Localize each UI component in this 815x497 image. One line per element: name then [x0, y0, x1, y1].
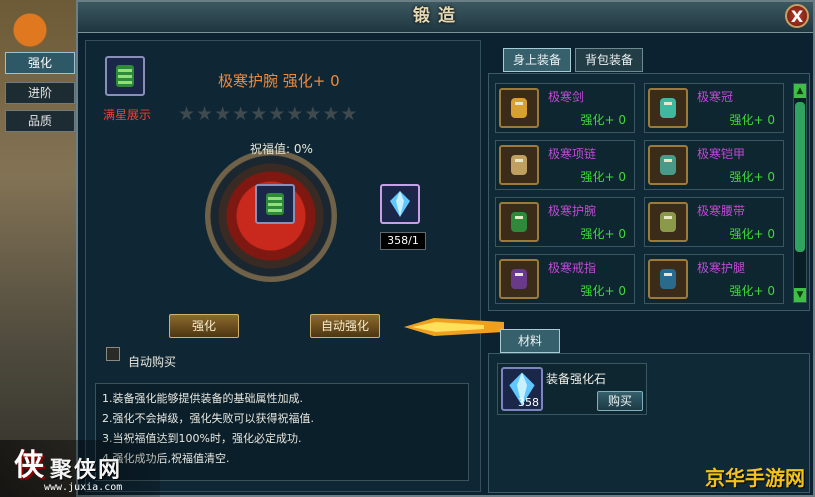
equipment-level: 强化+ 0	[580, 284, 626, 298]
crown-icon	[648, 88, 688, 128]
equipment-slot[interactable]: 极寒铠甲强化+ 0	[644, 140, 784, 190]
equipment-name: 极寒剑	[548, 90, 585, 104]
side-tab-advance[interactable]: 进阶	[5, 82, 75, 104]
side-tab-strengthen[interactable]: 强化	[5, 52, 75, 74]
star-icon: ★	[214, 103, 232, 125]
auto-strengthen-button[interactable]: 自动强化	[310, 314, 380, 338]
bracer-icon	[499, 202, 539, 242]
ring-icon	[499, 259, 539, 299]
rule-line: 2.强化不会掉级，强化失败可以获得祝福值.	[102, 412, 314, 425]
scroll-thumb[interactable]	[795, 102, 805, 252]
material-slot[interactable]	[380, 184, 420, 224]
armor-icon	[648, 145, 688, 185]
equipment-slot[interactable]: 极寒腰带强化+ 0	[644, 197, 784, 247]
star-icon: ★	[232, 103, 250, 125]
equipment-level: 强化+ 0	[729, 284, 775, 298]
star-icon: ★	[322, 103, 340, 125]
crystal-icon	[390, 191, 410, 217]
equipment-name: 极寒腰带	[697, 204, 746, 218]
watermark-url: www.juxia.com	[44, 482, 123, 493]
scroll-down-button[interactable]: ▼	[794, 288, 806, 302]
equipment-level: 强化+ 0	[729, 113, 775, 127]
equipment-level: 强化+ 0	[580, 227, 626, 241]
material-name: 装备强化石	[546, 372, 607, 386]
star-icon: ★	[196, 103, 214, 125]
tab-materials[interactable]: 材料	[500, 329, 560, 353]
strengthen-button[interactable]: 强化	[169, 314, 239, 338]
watermark-logo-text: 聚侠网	[50, 458, 123, 483]
star-icon: ★	[268, 103, 286, 125]
material-count: 358/1	[380, 232, 426, 250]
blessing-value: 祝福值: 0%	[250, 142, 313, 156]
equipment-level: 强化+ 0	[580, 113, 626, 127]
belt-icon	[648, 202, 688, 242]
equipment-name: 极寒铠甲	[697, 147, 746, 161]
bracer-icon	[116, 65, 134, 87]
equipment-level: 强化+ 0	[729, 170, 775, 184]
watermark-right-logo: 京华手游网	[705, 466, 805, 490]
equipment-slot[interactable]: 极寒项链强化+ 0	[495, 140, 635, 190]
equipment-name: 极寒项链	[548, 147, 597, 161]
title-bar[interactable]: 锻造 X	[78, 2, 813, 33]
star-icon: ★	[286, 103, 304, 125]
full-star-preview-label: 满星展示	[103, 108, 152, 122]
auto-buy-checkbox[interactable]	[106, 347, 120, 361]
tab-backpack[interactable]: 背包装备	[575, 48, 643, 72]
equipment-slot[interactable]: 极寒护腿强化+ 0	[644, 254, 784, 304]
equipment-slot[interactable]: 极寒冠强化+ 0	[644, 83, 784, 133]
buy-button[interactable]: 购买	[597, 391, 643, 411]
equipment-name: 极寒冠	[697, 90, 734, 104]
equipment-slot[interactable]: 极寒戒指强化+ 0	[495, 254, 635, 304]
preview-item-slot[interactable]	[105, 56, 145, 96]
equipment-level: 强化+ 0	[580, 170, 626, 184]
watermark-logo: 侠	[14, 448, 44, 483]
sword-icon	[499, 88, 539, 128]
star-icon: ★	[250, 103, 268, 125]
forge-target-slot[interactable]	[255, 184, 295, 224]
equipment-name: 极寒戒指	[548, 261, 597, 275]
equipment-slot[interactable]: 极寒剑强化+ 0	[495, 83, 635, 133]
tab-equipped[interactable]: 身上装备	[503, 48, 571, 72]
rule-line: 1.装备强化能够提供装备的基础属性加成.	[102, 392, 303, 405]
leggings-icon	[648, 259, 688, 299]
star-rating: ★★★★★★★★★★	[178, 103, 358, 125]
scroll-up-button[interactable]: ▲	[794, 84, 806, 98]
equip-title: 极寒护腕 强化+ 0	[218, 72, 340, 90]
star-icon: ★	[178, 103, 196, 125]
window-title: 锻造	[413, 6, 463, 26]
auto-buy-label: 自动购买	[128, 355, 177, 369]
bracer-icon	[266, 193, 284, 215]
star-icon: ★	[304, 103, 322, 125]
necklace-icon	[499, 145, 539, 185]
close-button[interactable]: X	[785, 4, 809, 28]
equipment-name: 极寒护腕	[548, 204, 597, 218]
equipment-scrollbar[interactable]: ▲ ▼	[793, 83, 807, 303]
equipment-slot[interactable]: 极寒护腕强化+ 0	[495, 197, 635, 247]
equipment-name: 极寒护腿	[697, 261, 746, 275]
arrow-hint-icon	[404, 318, 504, 336]
star-icon: ★	[340, 103, 358, 125]
material-item-count: 358	[518, 396, 539, 409]
side-tab-quality[interactable]: 品质	[5, 110, 75, 132]
equipment-level: 强化+ 0	[729, 227, 775, 241]
